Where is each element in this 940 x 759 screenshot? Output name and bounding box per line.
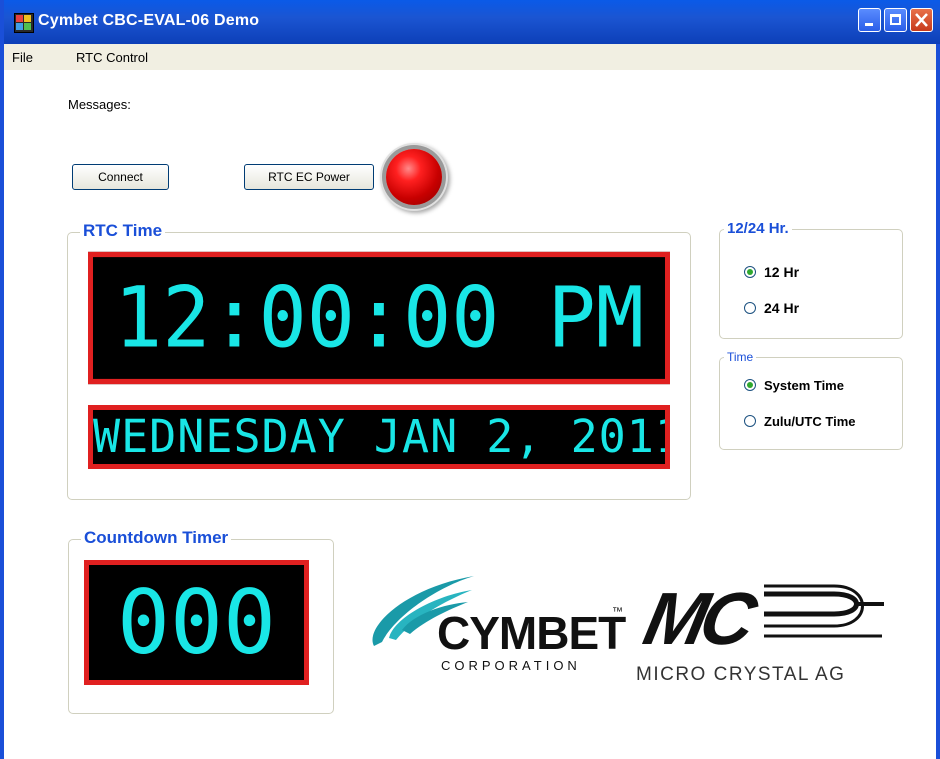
minimize-button[interactable] [858, 8, 881, 32]
cymbet-logo-name: CYMBET [437, 607, 626, 659]
radio-zulu-utc-time[interactable]: Zulu/UTC Time [744, 414, 855, 429]
cymbet-logo-tm: ™ [612, 606, 623, 618]
menu-rtc-control[interactable]: RTC Control [76, 50, 148, 65]
countdown-timer-group: Countdown Timer 000 [68, 528, 334, 714]
menu-bar: File RTC Control [4, 44, 936, 70]
radio-unchecked-icon [744, 415, 756, 427]
radio-system-time-label: System Time [764, 378, 844, 393]
radio-24-hr-label: 24 Hr [764, 300, 800, 316]
rtc-date-display: WEDNESDAY JAN 2, 2011 [88, 405, 670, 469]
power-status-led-icon [386, 149, 442, 205]
close-button[interactable] [910, 8, 933, 32]
cymbet-logo-corporation: CORPORATION [441, 658, 581, 673]
maximize-button[interactable] [884, 8, 907, 32]
app-window: Cymbet CBC-EVAL-06 Demo File RTC Control… [0, 0, 940, 759]
radio-24-hr[interactable]: 24 Hr [744, 300, 799, 316]
micro-crystal-logo-mark: MC [637, 577, 758, 660]
rtc-time-legend: RTC Time [80, 221, 166, 241]
radio-system-time[interactable]: System Time [744, 378, 844, 393]
hour-format-group: 12/24 Hr. 12 Hr 24 Hr [719, 220, 903, 339]
connect-button[interactable]: Connect [72, 164, 169, 190]
app-icon [14, 13, 34, 33]
radio-zulu-utc-time-label: Zulu/UTC Time [764, 414, 856, 429]
rtc-ec-power-button[interactable]: RTC EC Power [244, 164, 374, 190]
countdown-display: 000 [84, 560, 309, 685]
minimize-icon [865, 23, 873, 26]
window-title: Cymbet CBC-EVAL-06 Demo [38, 12, 260, 29]
radio-unchecked-icon [744, 302, 756, 314]
radio-checked-icon [744, 379, 756, 391]
hour-format-legend: 12/24 Hr. [724, 220, 792, 237]
time-source-legend: Time [724, 350, 757, 364]
messages-label: Messages: [68, 97, 131, 112]
rtc-time-group: RTC Time 12:00:00 PM WEDNESDAY JAN 2, 20… [67, 221, 691, 500]
countdown-timer-legend: Countdown Timer [81, 528, 232, 548]
menu-file[interactable]: File [12, 50, 33, 65]
radio-checked-icon [744, 266, 756, 278]
title-bar[interactable]: Cymbet CBC-EVAL-06 Demo [4, 0, 940, 44]
micro-crystal-lines-logo [764, 584, 884, 638]
radio-12-hr[interactable]: 12 Hr [744, 264, 799, 280]
radio-12-hr-label: 12 Hr [764, 264, 800, 280]
maximize-icon [890, 14, 901, 25]
rtc-time-display: 12:00:00 PM [88, 251, 670, 385]
time-source-group: Time System Time Zulu/UTC Time [719, 350, 903, 450]
micro-crystal-logo-name: MICRO CRYSTAL AG [636, 664, 846, 685]
close-icon [915, 13, 928, 27]
